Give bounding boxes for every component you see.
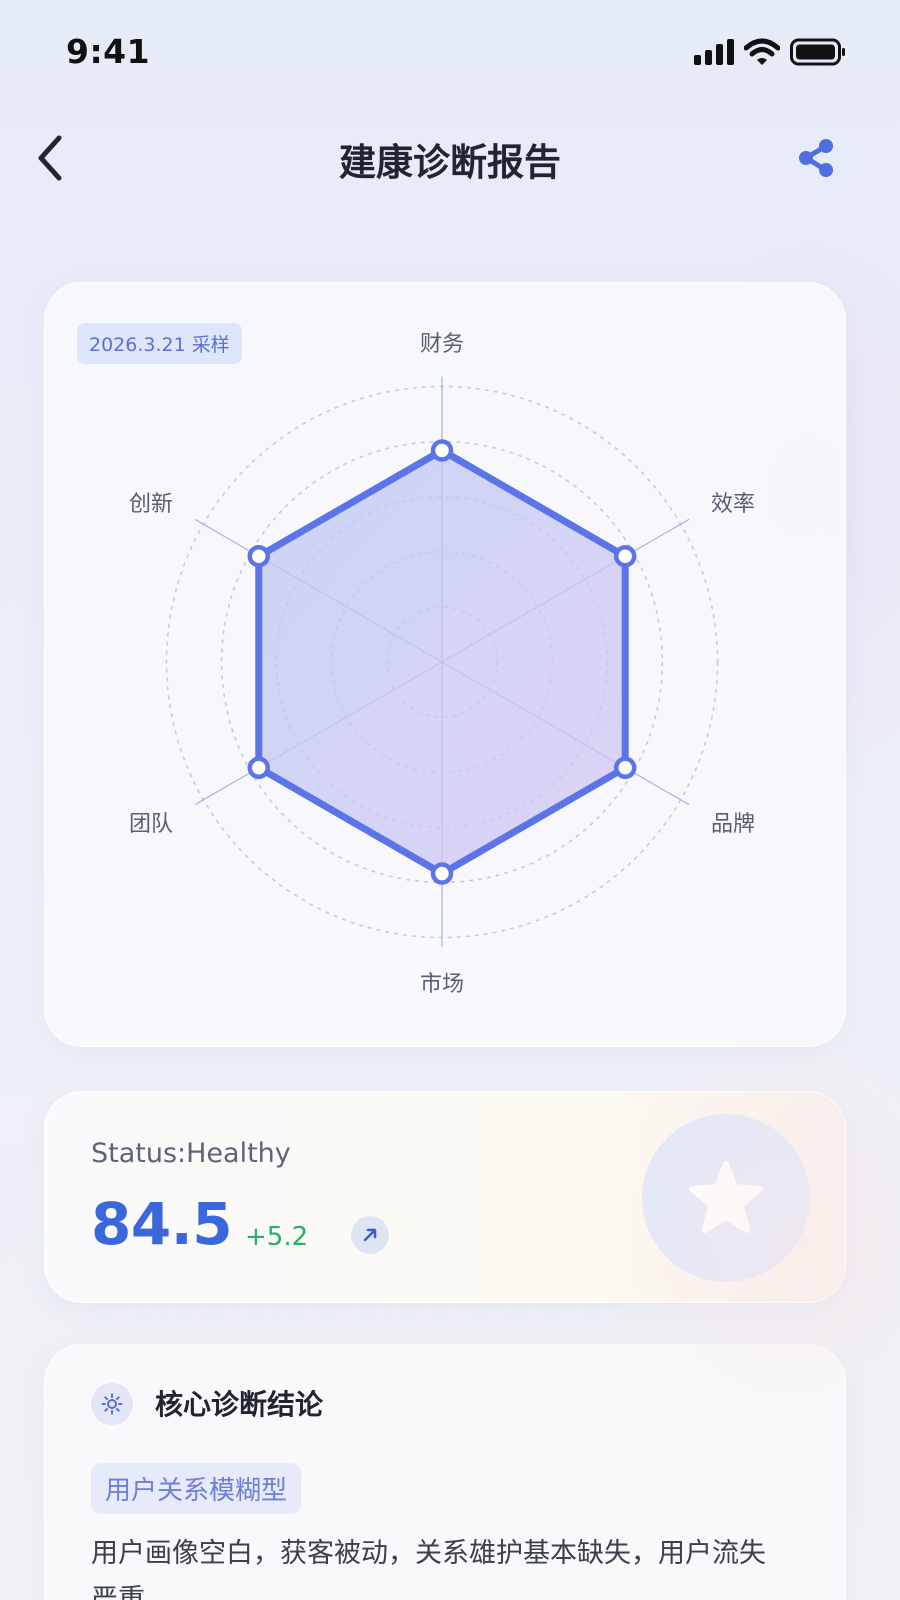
score-value: 84.5 bbox=[91, 1190, 233, 1258]
radar-axis-label: 品牌 bbox=[711, 812, 755, 837]
radar-data-point bbox=[247, 756, 271, 780]
arrow-up-right-icon bbox=[363, 1228, 377, 1242]
trend-button[interactable] bbox=[351, 1216, 389, 1254]
diagnosis-title: 核心诊断结论 bbox=[155, 1388, 324, 1421]
radar-card: 2026.3.21 采样 财务 效率 品牌 市场 团队 创新 bbox=[44, 282, 846, 1047]
radar-axis-label: 创新 bbox=[129, 492, 173, 517]
radar-chart: 财务效率品牌市场 团队 创新 bbox=[129, 332, 755, 997]
radar-data-point bbox=[613, 756, 637, 780]
battery-icon bbox=[790, 38, 845, 66]
share-icon bbox=[799, 139, 833, 177]
wifi-icon bbox=[744, 38, 780, 65]
diagnosis-text: 用户画像空白，获客被动，关系雄护基本缺失，用户流失严重 bbox=[91, 1538, 766, 1600]
radar-axis-label: 财务 bbox=[420, 332, 464, 357]
star-icon bbox=[689, 1161, 763, 1233]
sun-icon bbox=[91, 1383, 133, 1425]
status-bar: 9:41 bbox=[0, 0, 900, 100]
radar-data-point bbox=[430, 439, 454, 462]
radar-axis-label: 团队 bbox=[129, 812, 173, 837]
radar-data-point bbox=[430, 862, 454, 885]
radar-data-point bbox=[613, 544, 637, 568]
share-button[interactable] bbox=[794, 136, 838, 180]
radar-axis-label: 市场 bbox=[420, 972, 464, 997]
score-delta: +5.2 bbox=[245, 1222, 309, 1252]
radar-data-point bbox=[247, 544, 271, 568]
radar-series-area bbox=[255, 446, 629, 878]
page-title: 建康诊断报告 bbox=[339, 141, 561, 184]
star-badge bbox=[642, 1114, 810, 1282]
diagnosis-tag: 用户关系模糊型 bbox=[91, 1463, 302, 1514]
radar-axis-label: 效率 bbox=[711, 492, 755, 517]
score-card: Status:Healthy 84.5 +5.2 bbox=[44, 1091, 846, 1303]
status-icons bbox=[694, 38, 846, 66]
status-label: Status:Healthy bbox=[91, 1138, 291, 1169]
nav-bar: 建康诊断报告 bbox=[0, 118, 900, 198]
cellular-signal-icon bbox=[694, 39, 734, 65]
status-time: 9:41 bbox=[66, 32, 151, 71]
diagnosis-card: 核心诊断结论 用户关系模糊型 用户画像空白，获客被动，关系雄护基本缺失，用户流失… bbox=[44, 1344, 846, 1600]
